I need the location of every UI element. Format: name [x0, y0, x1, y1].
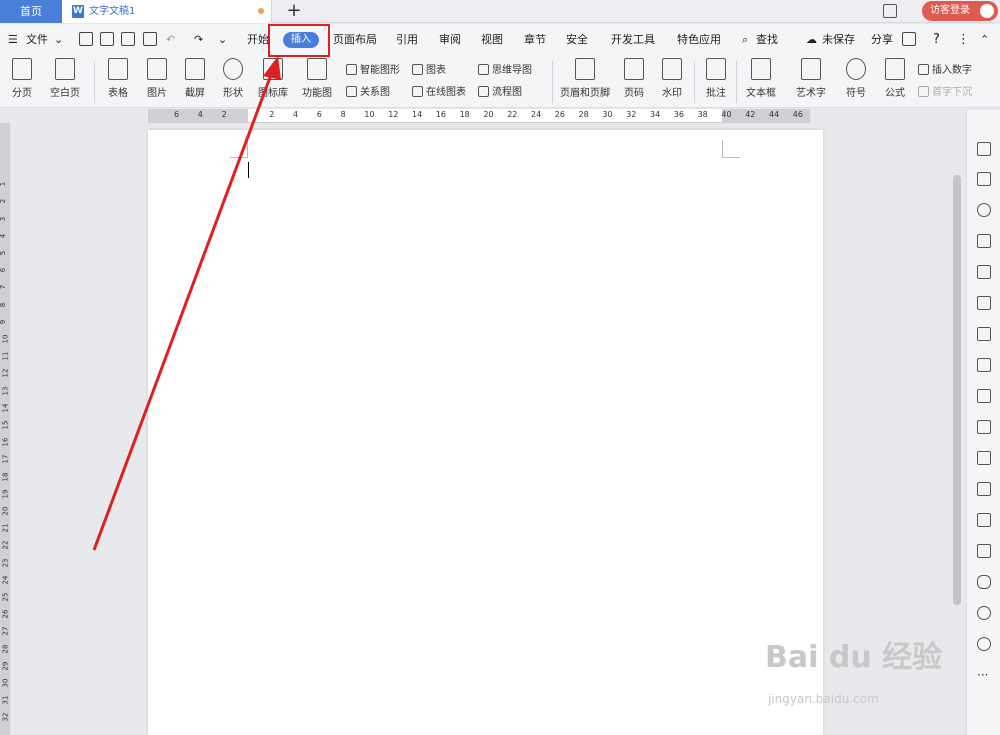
annotation-arrow [92, 56, 281, 551]
